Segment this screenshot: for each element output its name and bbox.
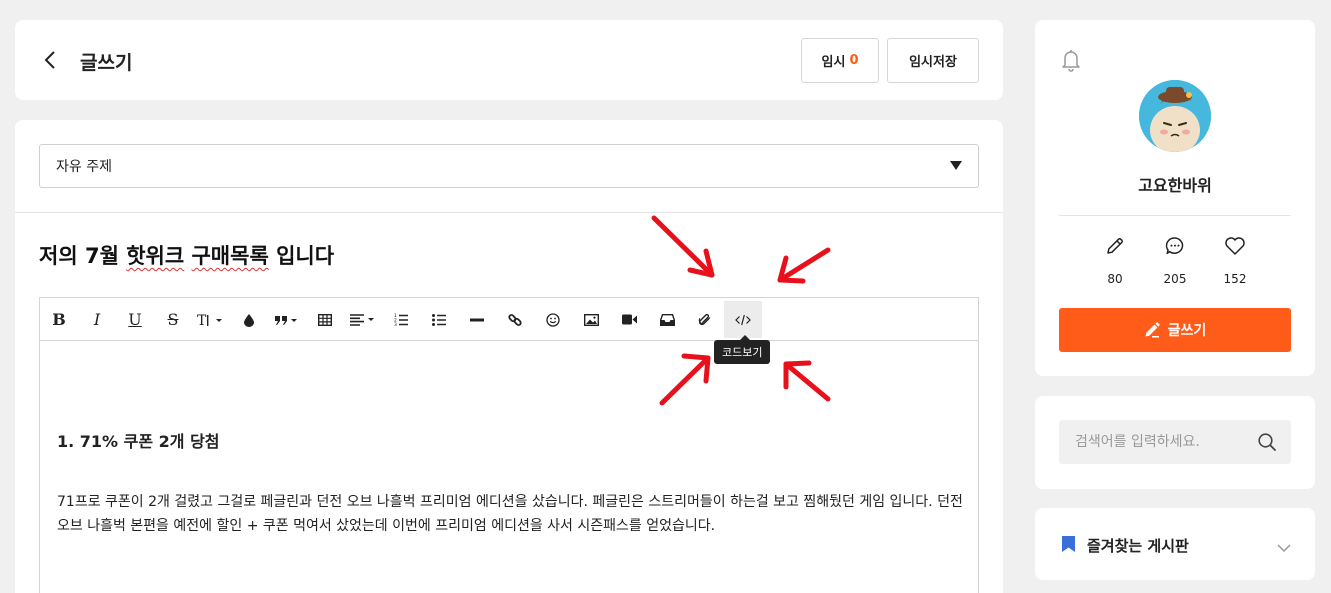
ordered-list-icon[interactable]: 123: [382, 301, 420, 338]
video-icon[interactable]: [610, 301, 648, 338]
temp-posts-button[interactable]: 임시 0: [801, 38, 879, 83]
heart-icon: [1205, 236, 1265, 260]
stat-posts[interactable]: 80: [1085, 236, 1145, 286]
search-input[interactable]: [1075, 420, 1245, 464]
temp-save-button[interactable]: 임시저장: [887, 38, 979, 83]
italic-icon[interactable]: I: [78, 301, 116, 338]
chevron-down-icon[interactable]: [1277, 538, 1291, 557]
favorites-title: 즐겨찾는 게시판: [1087, 537, 1189, 555]
write-post-label: 글쓰기: [1167, 323, 1207, 339]
bookmark-icon: [1062, 536, 1075, 556]
quote-icon[interactable]: [268, 301, 306, 338]
stat-comments-count: 205: [1163, 272, 1187, 286]
image-icon[interactable]: [572, 301, 610, 338]
table-icon[interactable]: [306, 301, 344, 338]
divider: [15, 212, 1003, 213]
stat-likes[interactable]: 152: [1205, 236, 1265, 286]
align-icon[interactable]: [344, 301, 382, 338]
post-title-part: 입니다: [268, 244, 335, 268]
dropdown-arrow-icon: [950, 161, 962, 170]
stat-comments[interactable]: 205: [1145, 236, 1205, 286]
editor-content[interactable]: 1. 71% 쿠폰 2개 당첨 71프로 쿠폰이 2개 걸렸고 그걸로 페글린과…: [57, 428, 967, 538]
emoji-icon[interactable]: [534, 301, 572, 338]
profile-nickname: 고요한바위: [1138, 176, 1212, 195]
code-view-icon[interactable]: [724, 301, 762, 338]
content-paragraph: 71프로 쿠폰이 2개 걸렸고 그걸로 페글린과 던전 오브 나흘벅 프리미엄 …: [57, 494, 963, 534]
profile-card: 고요한바위 80 205 152 글쓰기: [1035, 20, 1315, 376]
temp-posts-label: 임시: [821, 55, 846, 70]
back-arrow-icon[interactable]: [41, 48, 61, 72]
strikethrough-icon[interactable]: S: [154, 301, 192, 338]
code-view-tooltip: 코드보기: [714, 335, 771, 364]
editor-toolbar: B I U S T 123 코드보기: [40, 298, 978, 364]
font-size-icon[interactable]: T: [192, 301, 230, 338]
editor-card: 자유 주제 저의 7월 핫위크 구매목록 입니다 B I U S T 1 2 3…: [15, 120, 1003, 593]
divider: [1059, 215, 1291, 216]
underline-icon[interactable]: U: [116, 301, 154, 338]
stat-posts-count: 80: [1107, 272, 1123, 286]
page-title: 글쓰기: [80, 52, 133, 74]
bullet-list-icon[interactable]: [420, 301, 458, 338]
embed-icon[interactable]: [648, 301, 686, 338]
content-heading: 1. 71% 쿠폰 2개 당첨: [57, 432, 220, 451]
temp-posts-count: 0: [849, 53, 859, 68]
svg-text:T: T: [197, 313, 207, 328]
pencil-icon: [1145, 322, 1160, 338]
favorites-card[interactable]: 즐겨찾는 게시판: [1035, 508, 1315, 580]
header-card: 글쓰기 임시 0 임시저장: [15, 20, 1003, 100]
search-icon[interactable]: [1257, 432, 1277, 456]
post-title-input[interactable]: 저의 7월 핫위크 구매목록 입니다: [39, 240, 334, 270]
pencil-icon: [1085, 236, 1145, 260]
horizontal-rule-icon[interactable]: [458, 301, 496, 338]
bold-icon[interactable]: B: [40, 301, 78, 338]
rich-text-editor: B I U S T 123 코드보기 1. 71% 쿠폰 2개 당첨 71프로 …: [39, 297, 979, 593]
search-box: [1059, 420, 1291, 464]
svg-text:3: 3: [394, 322, 397, 326]
write-post-button[interactable]: 글쓰기: [1059, 308, 1291, 352]
comment-icon: [1145, 236, 1205, 260]
attachment-icon[interactable]: [686, 301, 724, 338]
bell-icon[interactable]: [1060, 48, 1082, 76]
search-card: [1035, 396, 1315, 489]
avatar[interactable]: [1139, 80, 1211, 152]
post-title-part: 핫위크: [126, 244, 185, 268]
category-value: 자유 주제: [56, 159, 112, 175]
post-title-part: 구매목록: [191, 244, 269, 268]
link-icon[interactable]: [496, 301, 534, 338]
post-title-part: 저의 7월: [39, 244, 127, 268]
stat-likes-count: 152: [1223, 272, 1247, 286]
category-select[interactable]: 자유 주제: [39, 144, 979, 188]
text-color-icon[interactable]: [230, 301, 268, 338]
